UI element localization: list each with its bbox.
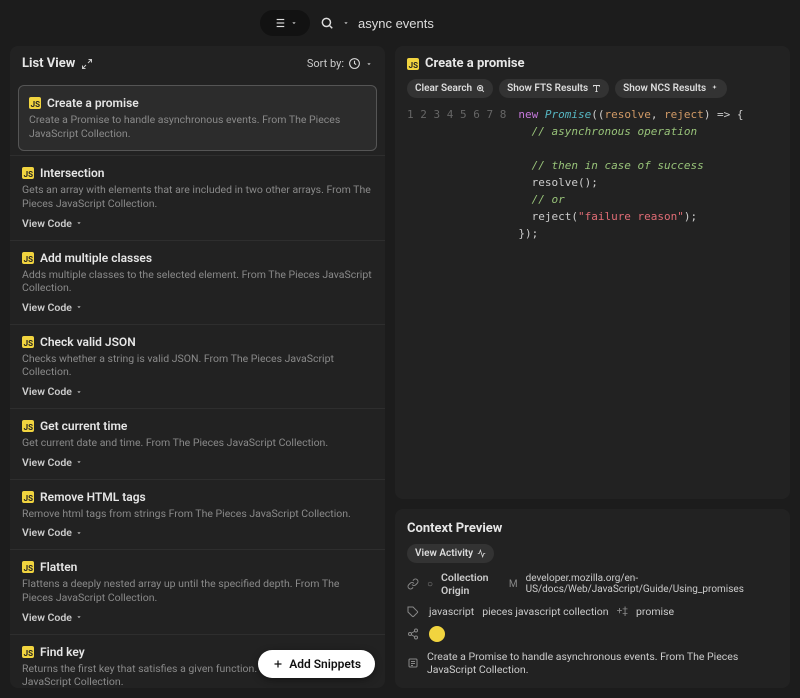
javascript-icon: JS: [22, 167, 34, 179]
javascript-icon: JS: [29, 97, 41, 109]
view-code-button[interactable]: View Code: [22, 611, 373, 624]
tag-icon: [407, 606, 421, 618]
javascript-icon: JS: [22, 561, 34, 573]
list-item[interactable]: JS Flatten Flattens a deeply nested array …: [10, 549, 385, 633]
list-item-title: Intersection: [40, 166, 105, 180]
javascript-round-icon: [429, 626, 445, 642]
context-title: Context Preview: [407, 521, 778, 536]
view-mode-dropdown[interactable]: [260, 10, 310, 36]
mozilla-icon: M: [509, 579, 518, 590]
list-item-desc: Get current date and time. From The Piec…: [22, 436, 373, 450]
list-item-desc: Adds multiple classes to the selected el…: [22, 268, 373, 295]
chevron-down-icon: [365, 60, 373, 68]
close-search-icon: [476, 84, 485, 93]
plus-icon: [272, 658, 284, 670]
link-icon: [407, 578, 419, 590]
sort-dropdown[interactable]: Sort by:: [307, 57, 373, 70]
list-item-title: Flatten: [40, 560, 77, 574]
code-block: new Promise((resolve, reject) => { // as…: [518, 106, 743, 242]
list-view-panel: List View Sort by: JS Create a promise Cre…: [10, 46, 385, 688]
search-input[interactable]: [358, 16, 558, 31]
show-fts-button[interactable]: Show FTS Results: [499, 79, 609, 98]
view-code-button[interactable]: View Code: [22, 526, 373, 539]
javascript-icon: JS: [407, 58, 419, 70]
code-panel: JS Create a promise Clear Search Show FT…: [395, 46, 790, 499]
list-item-title: Get current time: [40, 419, 127, 433]
add-snippets-label: Add Snippets: [289, 657, 361, 671]
chevron-down-icon: [75, 303, 83, 311]
tag-collection[interactable]: pieces javascript collection: [482, 605, 608, 618]
context-panel: Context Preview View Activity ○ Collecti…: [395, 509, 790, 688]
line-numbers: 1 2 3 4 5 6 7 8: [407, 106, 518, 242]
list-item-desc: Create a Promise to handle asynchronous …: [29, 113, 366, 140]
list-item-title: Remove HTML tags: [40, 490, 146, 504]
list-item-desc: Gets an array with elements that are inc…: [22, 183, 373, 210]
clear-search-button[interactable]: Clear Search: [407, 79, 493, 98]
chevron-down-icon: [75, 219, 83, 227]
origin-url[interactable]: developer.mozilla.org/en-US/docs/Web/Jav…: [526, 573, 778, 595]
javascript-icon: JS: [22, 252, 34, 264]
list-item-desc: Checks whether a string is valid JSON. F…: [22, 352, 373, 379]
chevron-down-icon: [75, 613, 83, 621]
list-view-title: List View: [22, 56, 75, 71]
code-panel-title: Create a promise: [425, 56, 525, 71]
list-item-title: Check valid JSON: [40, 335, 136, 349]
description-icon: [407, 657, 419, 669]
collection-origin-label: Collection Origin: [441, 571, 501, 597]
context-description: Create a Promise to handle asynchronous …: [427, 650, 778, 676]
expand-icon[interactable]: [81, 58, 93, 70]
list-item[interactable]: JS Create a promise Create a Promise to ha…: [18, 85, 377, 151]
view-code-button[interactable]: View Code: [22, 456, 373, 469]
show-ncs-button[interactable]: Show NCS Results: [615, 79, 727, 98]
javascript-icon: JS: [22, 491, 34, 503]
list-item-desc: Flattens a deeply nested array up until …: [22, 577, 373, 604]
text-icon: [592, 84, 601, 93]
list-item-desc: Remove html tags from strings From The P…: [22, 507, 373, 521]
list-item-title: Find key: [40, 645, 85, 659]
chevron-down-icon: [75, 529, 83, 537]
list-icon: [272, 16, 286, 30]
view-code-button[interactable]: View Code: [22, 217, 373, 230]
view-code-button[interactable]: View Code: [22, 301, 373, 314]
javascript-icon: JS: [22, 420, 34, 432]
tag-promise[interactable]: promise: [636, 605, 674, 618]
list-item[interactable]: JS Remove HTML tags Remove html tags from …: [10, 479, 385, 550]
sort-label: Sort by:: [307, 57, 344, 70]
add-snippets-button[interactable]: Add Snippets: [258, 650, 375, 678]
list-item-title: Add multiple classes: [40, 251, 152, 265]
search-icon[interactable]: [320, 16, 334, 30]
chevron-down-icon[interactable]: [342, 19, 350, 27]
list-item[interactable]: JS Intersection Gets an array with element…: [10, 155, 385, 239]
sparkle-icon: [710, 84, 719, 93]
chevron-down-icon: [75, 458, 83, 466]
clock-icon: [348, 57, 361, 70]
chevron-down-icon: [75, 388, 83, 396]
list-item-title: Create a promise: [47, 96, 139, 110]
tag-javascript[interactable]: javascript: [429, 605, 474, 618]
list-item[interactable]: JS Check valid JSON Checks whether a strin…: [10, 324, 385, 408]
chevron-down-icon: [290, 19, 298, 27]
view-code-button[interactable]: View Code: [22, 385, 373, 398]
activity-icon: [477, 549, 486, 558]
list-item[interactable]: JS Get current time Get current date and t…: [10, 408, 385, 479]
javascript-icon: JS: [22, 646, 34, 658]
plus-small-icon: +‡: [617, 606, 628, 617]
javascript-icon: JS: [22, 336, 34, 348]
share-icon[interactable]: [407, 628, 421, 640]
list-item[interactable]: JS Add multiple classes Adds multiple clas…: [10, 240, 385, 324]
view-activity-button[interactable]: View Activity: [407, 544, 494, 563]
